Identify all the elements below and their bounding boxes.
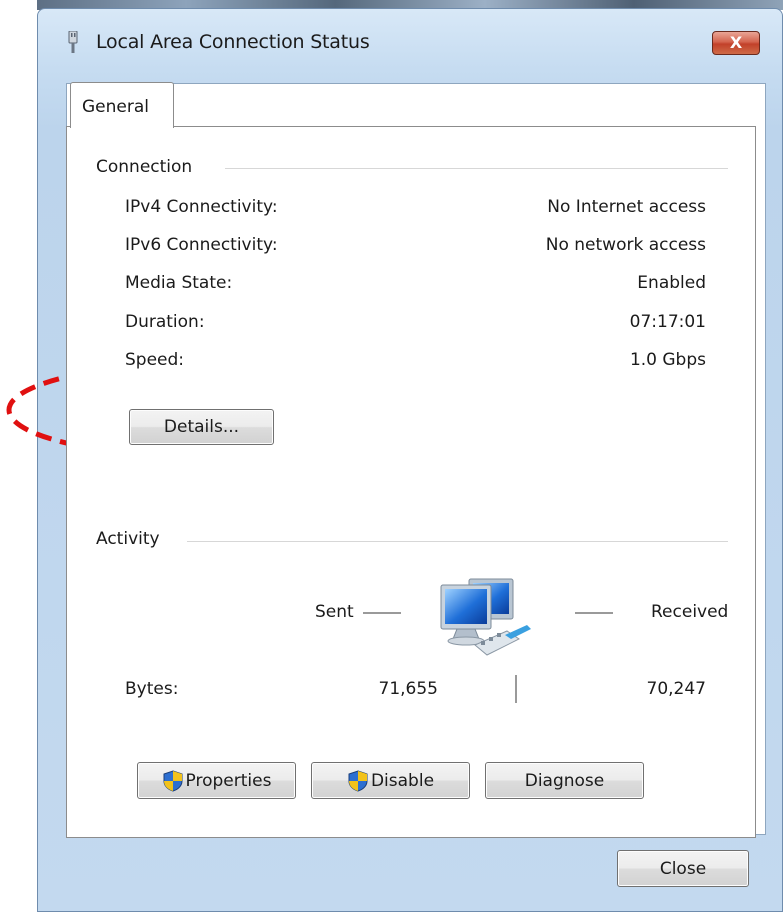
uac-shield-icon	[348, 769, 368, 792]
properties-button[interactable]: Properties	[137, 762, 296, 799]
bytes-divider	[515, 675, 517, 703]
activity-group-label: Activity	[96, 529, 160, 549]
ipv4-label: IPv4 Connectivity:	[125, 197, 278, 217]
duration-label: Duration:	[125, 312, 205, 332]
sent-label: Sent	[315, 602, 354, 622]
media-state-label: Media State:	[125, 273, 233, 293]
received-label: Received	[651, 602, 729, 622]
duration-value: 07:17:01	[629, 312, 706, 332]
bytes-sent-value: 71,655	[378, 679, 438, 699]
speed-label: Speed:	[125, 350, 185, 370]
ipv6-value: No network access	[545, 235, 706, 255]
window-close-button[interactable]: X	[712, 31, 760, 55]
properties-button-label: Properties	[185, 770, 272, 791]
sent-connector-line	[363, 612, 401, 614]
speed-value: 1.0 Gbps	[629, 350, 706, 370]
tab-panel-general: Connection IPv4 Connectivity: No Interne…	[66, 126, 756, 838]
network-computers-icon	[440, 578, 531, 656]
connection-group-line	[225, 168, 728, 169]
close-button[interactable]: Close	[617, 850, 749, 887]
ipv6-label: IPv6 Connectivity:	[125, 235, 278, 255]
window-title: Local Area Connection Status	[96, 31, 370, 53]
ipv4-value: No Internet access	[547, 197, 706, 217]
connection-group-label: Connection	[96, 157, 193, 177]
details-button[interactable]: Details...	[129, 409, 274, 445]
uac-shield-icon	[163, 769, 183, 792]
bytes-received-value: 70,247	[646, 679, 706, 699]
diagnose-button[interactable]: Diagnose	[485, 762, 644, 799]
received-connector-line	[575, 612, 613, 614]
activity-group-line	[187, 541, 728, 542]
disable-button-label: Disable	[370, 770, 435, 791]
network-adapter-icon	[68, 31, 78, 53]
media-state-value: Enabled	[637, 273, 706, 293]
tab-general[interactable]: General	[70, 82, 174, 128]
dialog-window: Local Area Connection Status X General C…	[37, 8, 783, 912]
bytes-label: Bytes:	[125, 679, 179, 699]
disable-button[interactable]: Disable	[311, 762, 470, 799]
